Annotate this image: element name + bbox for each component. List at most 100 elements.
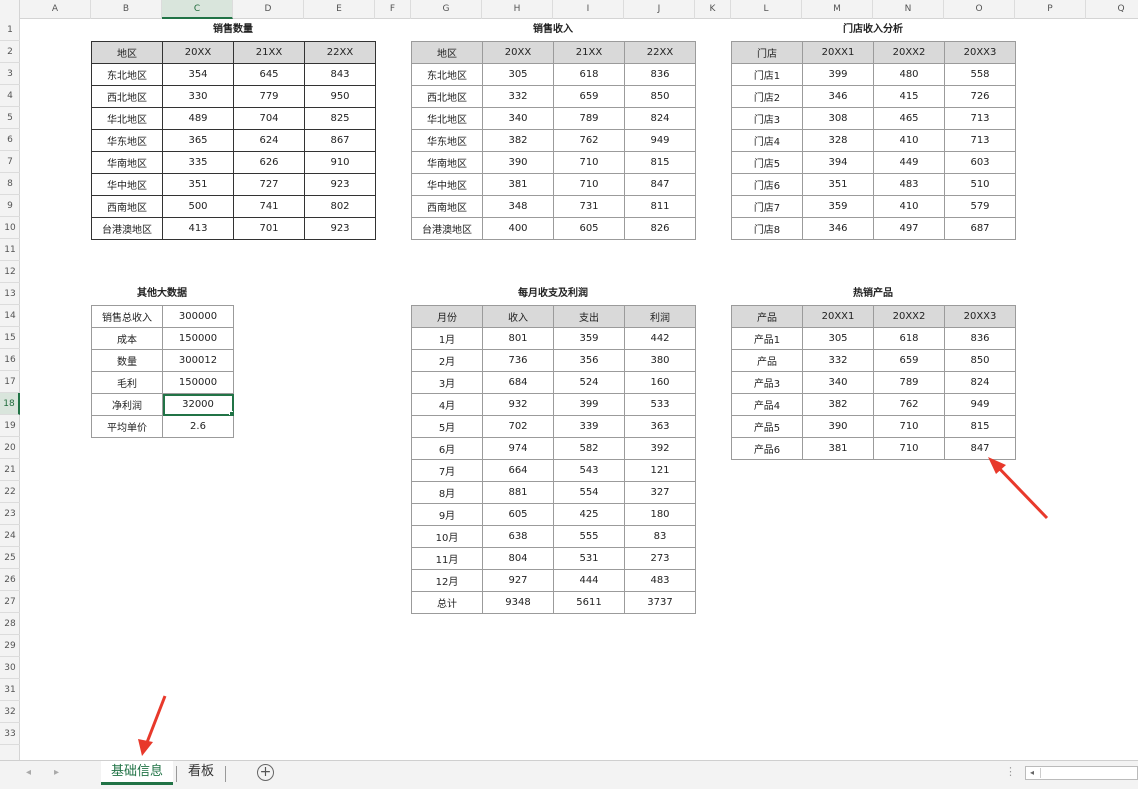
- cell[interactable]: 380: [624, 349, 696, 372]
- column-header-g[interactable]: G: [411, 0, 482, 19]
- cell[interactable]: 西北地区: [91, 85, 163, 108]
- cell[interactable]: 11月: [411, 547, 483, 570]
- header-cell[interactable]: 利润: [624, 305, 696, 328]
- header-cell[interactable]: 20XX3: [944, 305, 1016, 328]
- cell[interactable]: 150000: [162, 371, 234, 394]
- cell[interactable]: 392: [624, 437, 696, 460]
- cell[interactable]: 659: [553, 85, 625, 108]
- cell[interactable]: 门店1: [731, 63, 803, 86]
- cell[interactable]: 555: [553, 525, 625, 548]
- cell[interactable]: 华中地区: [91, 173, 163, 196]
- header-cell[interactable]: 产品: [731, 305, 803, 328]
- cell[interactable]: 736: [482, 349, 554, 372]
- cell[interactable]: 710: [873, 415, 945, 438]
- cell[interactable]: 356: [553, 349, 625, 372]
- row-header-11[interactable]: 11: [0, 239, 20, 261]
- cell[interactable]: 340: [802, 371, 874, 394]
- column-header-n[interactable]: N: [873, 0, 944, 19]
- column-header-p[interactable]: P: [1015, 0, 1086, 19]
- cell[interactable]: 843: [304, 63, 376, 86]
- header-cell[interactable]: 地区: [411, 41, 483, 64]
- header-cell[interactable]: 21XX: [233, 41, 305, 64]
- cell[interactable]: 300000: [162, 305, 234, 328]
- cell[interactable]: 产品6: [731, 437, 803, 460]
- cell[interactable]: 910: [304, 151, 376, 174]
- header-cell[interactable]: 20XX2: [873, 41, 945, 64]
- cell[interactable]: 533: [624, 393, 696, 416]
- cell[interactable]: 497: [873, 217, 945, 240]
- row-header-6[interactable]: 6: [0, 129, 20, 151]
- cell[interactable]: 923: [304, 217, 376, 240]
- row-header-28[interactable]: 28: [0, 613, 20, 635]
- cell[interactable]: 444: [553, 569, 625, 592]
- cell[interactable]: 332: [802, 349, 874, 372]
- cell[interactable]: 华北地区: [91, 107, 163, 130]
- cell[interactable]: 7月: [411, 459, 483, 482]
- cell[interactable]: 门店8: [731, 217, 803, 240]
- cell[interactable]: 626: [233, 151, 305, 174]
- cell[interactable]: 363: [624, 415, 696, 438]
- cell[interactable]: 348: [482, 195, 554, 218]
- cell[interactable]: 932: [482, 393, 554, 416]
- row-header-27[interactable]: 27: [0, 591, 20, 613]
- cell[interactable]: 410: [873, 129, 945, 152]
- cell[interactable]: 801: [482, 327, 554, 350]
- cell[interactable]: 成本: [91, 327, 163, 350]
- cell[interactable]: 4月: [411, 393, 483, 416]
- header-cell[interactable]: 门店: [731, 41, 803, 64]
- sheet-tab-basic-info[interactable]: 基础信息: [101, 761, 174, 785]
- cell[interactable]: 305: [802, 327, 874, 350]
- cell[interactable]: 704: [233, 107, 305, 130]
- row-header-21[interactable]: 21: [0, 459, 20, 481]
- add-sheet-icon[interactable]: +: [257, 764, 274, 781]
- cell[interactable]: 413: [162, 217, 234, 240]
- cell[interactable]: 974: [482, 437, 554, 460]
- cell[interactable]: 净利润: [91, 393, 163, 416]
- cell[interactable]: 510: [944, 173, 1016, 196]
- cell[interactable]: 949: [944, 393, 1016, 416]
- cell[interactable]: 789: [873, 371, 945, 394]
- cell[interactable]: 数量: [91, 349, 163, 372]
- column-header-h[interactable]: H: [482, 0, 553, 19]
- cell[interactable]: 731: [553, 195, 625, 218]
- cell[interactable]: 351: [162, 173, 234, 196]
- row-header-15[interactable]: 15: [0, 327, 20, 349]
- cell[interactable]: 西南地区: [91, 195, 163, 218]
- cell[interactable]: 台港澳地区: [411, 217, 483, 240]
- cell[interactable]: 365: [162, 129, 234, 152]
- cell[interactable]: 产品4: [731, 393, 803, 416]
- cell[interactable]: 881: [482, 481, 554, 504]
- cell[interactable]: 335: [162, 151, 234, 174]
- cell[interactable]: 825: [304, 107, 376, 130]
- selected-cell[interactable]: 32000: [162, 393, 234, 416]
- header-cell[interactable]: 21XX: [553, 41, 625, 64]
- column-header-c[interactable]: C: [162, 0, 233, 19]
- cell[interactable]: 701: [233, 217, 305, 240]
- cell[interactable]: 东北地区: [91, 63, 163, 86]
- cell[interactable]: 558: [944, 63, 1016, 86]
- cell[interactable]: 门店7: [731, 195, 803, 218]
- cell[interactable]: 354: [162, 63, 234, 86]
- cell[interactable]: 867: [304, 129, 376, 152]
- cell[interactable]: 500: [162, 195, 234, 218]
- cell[interactable]: 824: [624, 107, 696, 130]
- cell[interactable]: 门店6: [731, 173, 803, 196]
- cell[interactable]: 308: [802, 107, 874, 130]
- cell[interactable]: 824: [944, 371, 1016, 394]
- header-cell[interactable]: 20XX: [162, 41, 234, 64]
- cell[interactable]: 产品: [731, 349, 803, 372]
- header-cell[interactable]: 22XX: [624, 41, 696, 64]
- cell[interactable]: 346: [802, 85, 874, 108]
- cell[interactable]: 330: [162, 85, 234, 108]
- sheet-tab-dashboard[interactable]: 看板: [178, 761, 224, 785]
- cell[interactable]: 359: [553, 327, 625, 350]
- cell[interactable]: 531: [553, 547, 625, 570]
- cell[interactable]: 713: [944, 129, 1016, 152]
- cell[interactable]: 489: [162, 107, 234, 130]
- cell[interactable]: 东北地区: [411, 63, 483, 86]
- cell[interactable]: 339: [553, 415, 625, 438]
- row-header-22[interactable]: 22: [0, 481, 20, 503]
- more-options-icon[interactable]: ⋮: [1005, 765, 1016, 778]
- scroll-left-icon[interactable]: ◂: [1026, 767, 1038, 779]
- column-header-j[interactable]: J: [624, 0, 695, 19]
